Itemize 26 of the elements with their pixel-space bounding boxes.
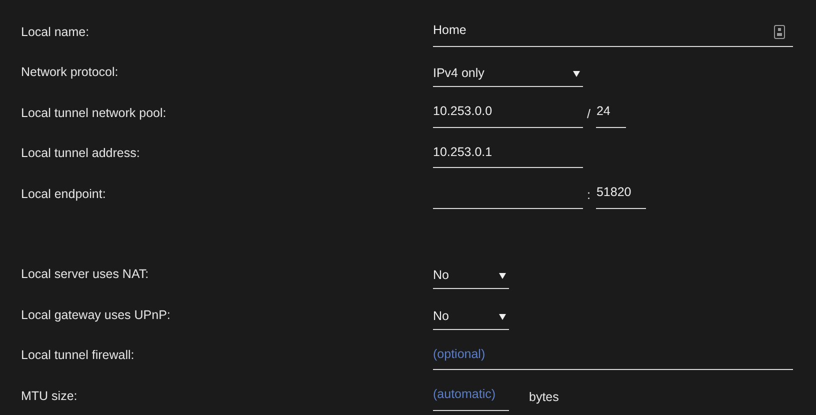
caret-icon [499, 273, 506, 279]
input-field[interactable]: Home [433, 20, 793, 46]
separator-label: / [587, 106, 590, 122]
field-label: Local tunnel firewall: [21, 348, 136, 364]
dropdown[interactable]: No [433, 304, 509, 330]
separator-label: : [587, 188, 590, 204]
field-label: Local gateway uses UPnP: [21, 308, 172, 324]
field-label: Network protocol: [21, 65, 120, 81]
input-field[interactable]: (automatic) [433, 384, 509, 410]
caret-icon [499, 314, 506, 320]
keypad-icon[interactable] [774, 24, 785, 38]
input-field[interactable]: 51820 [596, 182, 646, 208]
field-label: Local endpoint: [21, 186, 107, 203]
dropdown[interactable]: No [433, 263, 509, 289]
dropdown[interactable]: IPv4 only [433, 61, 583, 87]
field-label: Local tunnel network pool: [21, 106, 168, 122]
field-label: Local tunnel address: [21, 146, 141, 162]
input-field[interactable]: 10.253.0.0 [433, 102, 583, 128]
input-field[interactable]: 10.253.0.1 [433, 142, 583, 168]
input-field[interactable]: (optional) [433, 344, 793, 370]
field-label: MTU size: [21, 388, 78, 404]
caret-icon [573, 71, 580, 77]
field-label: Local name: [21, 24, 90, 40]
input-field[interactable]: 24 [596, 102, 626, 128]
unit-label: bytes [529, 390, 559, 406]
field-label: Local server uses NAT: [21, 267, 150, 283]
